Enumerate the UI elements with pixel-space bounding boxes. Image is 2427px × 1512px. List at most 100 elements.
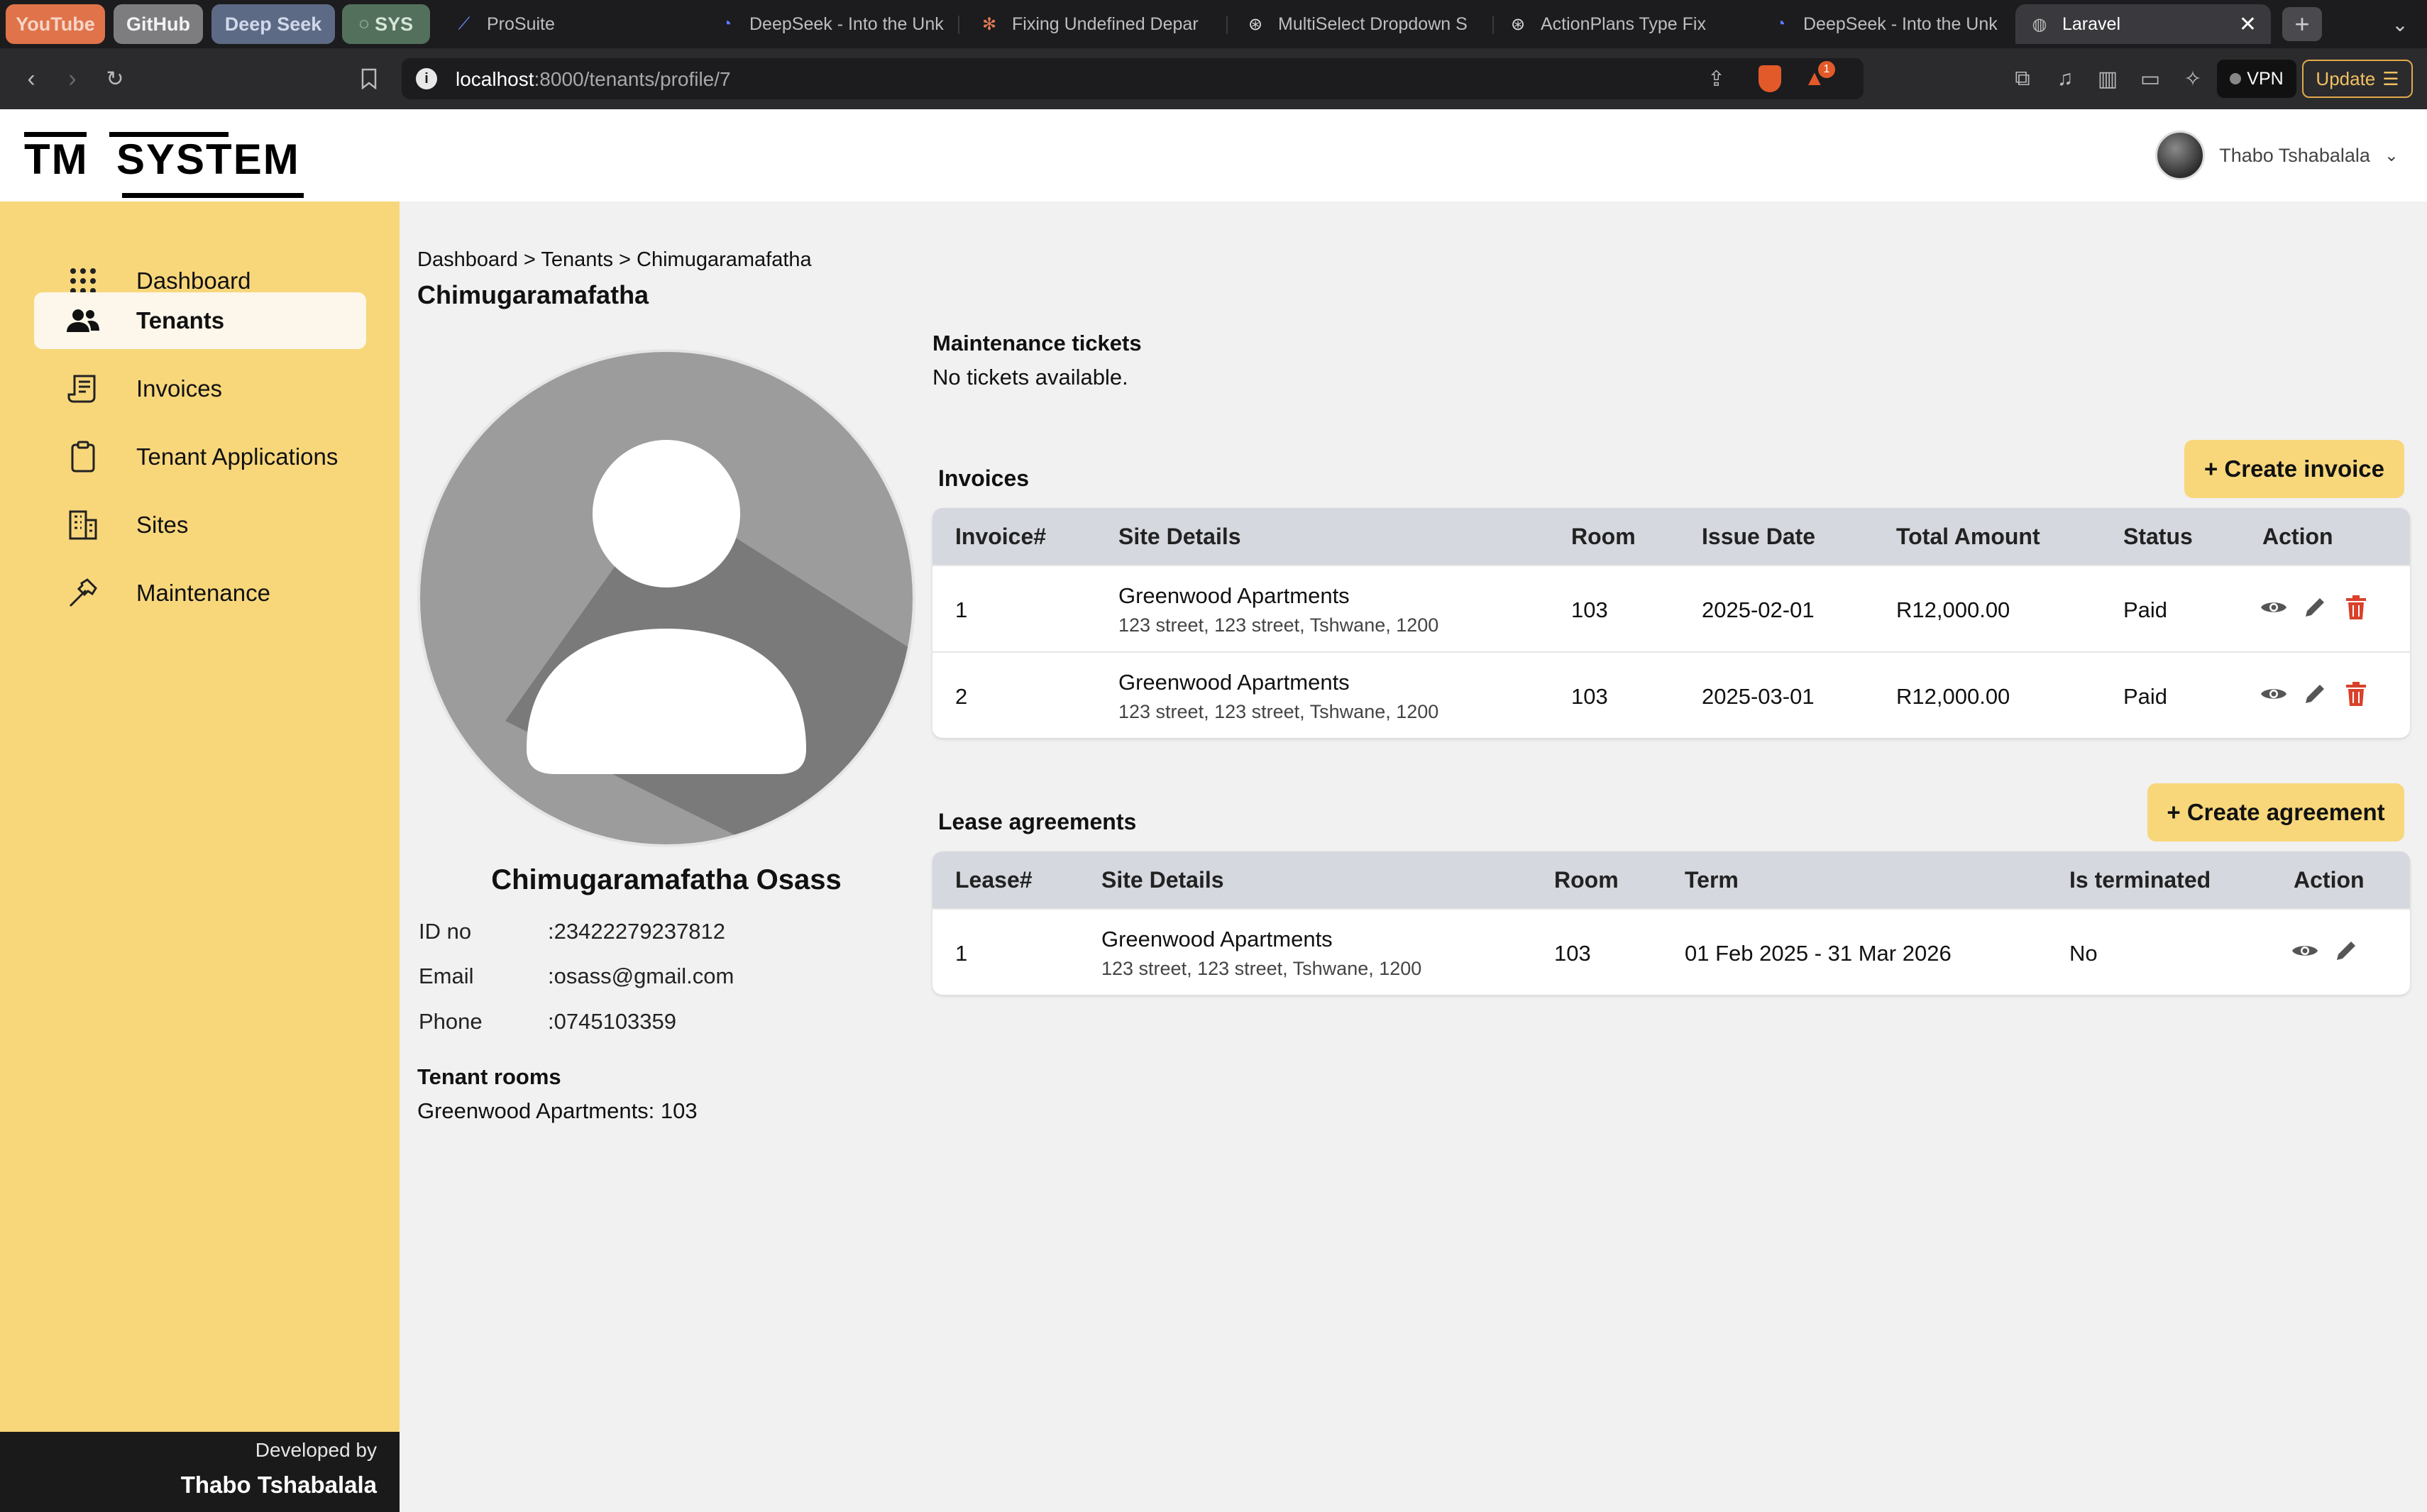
brave-shield-icon[interactable]: [1759, 65, 1781, 92]
delete-trash-icon[interactable]: [2342, 593, 2370, 622]
info-label: ID no: [419, 919, 472, 944]
tab-label: ProSuite: [487, 13, 555, 34]
info-label: Email: [419, 964, 474, 988]
breadcrumb-item-tenants[interactable]: Tenants: [541, 248, 613, 271]
column-header: Action: [2294, 867, 2365, 893]
update-label: Update: [2316, 67, 2376, 89]
loading-icon: ◌: [358, 14, 370, 33]
pinned-tab-youtube[interactable]: YouTube: [6, 4, 105, 44]
lease-term: 01 Feb 2025 - 31 Mar 2026: [1685, 941, 1952, 966]
column-header: Action: [2262, 524, 2333, 549]
wallet-icon[interactable]: ▭: [2133, 62, 2167, 96]
view-eye-icon[interactable]: [2291, 937, 2319, 965]
sidebar-item-tenants[interactable]: Tenants: [34, 292, 366, 349]
column-header: Room: [1554, 867, 1619, 893]
tab-deepseek-2[interactable]: ◔ DeepSeek - Into the Unk: [1756, 4, 2012, 44]
site-info-icon[interactable]: i: [416, 68, 437, 89]
view-eye-icon[interactable]: [2260, 680, 2288, 708]
site-address: 123 street, 123 street, Tshwane, 1200: [1118, 701, 1439, 722]
table-row[interactable]: 2 Greenwood Apartments 123 street, 123 s…: [932, 651, 2410, 738]
view-eye-icon[interactable]: [2260, 593, 2288, 622]
table-row[interactable]: 1 Greenwood Apartments 123 street, 123 s…: [932, 908, 2410, 995]
url-path: :8000/tenants/profile/7: [534, 68, 731, 90]
extensions-icon[interactable]: ⧉: [2005, 62, 2040, 96]
sidebar-item-maintenance[interactable]: Maintenance: [34, 565, 366, 622]
room-number: 103: [1571, 597, 1608, 622]
column-header: Lease#: [955, 867, 1033, 893]
sidebar-item-sites[interactable]: Sites: [34, 497, 366, 553]
logo-text-tm: TM: [24, 136, 89, 183]
lease-number: 1: [955, 941, 968, 966]
bookmark-icon[interactable]: [352, 62, 386, 96]
share-icon[interactable]: ⇪: [1707, 67, 1725, 92]
create-invoice-button[interactable]: + Create invoice: [2184, 440, 2404, 498]
info-value: :0745103359: [548, 1009, 677, 1034]
sidebar-item-tenant-applications[interactable]: Tenant Applications: [34, 429, 366, 485]
forward-icon[interactable]: ›: [55, 62, 89, 96]
browser-toolbar: ‹ › ↻ i localhost:8000/tenants/profile/7…: [0, 48, 2427, 109]
column-header: Invoice#: [955, 524, 1047, 549]
total-amount: R12,000.00: [1896, 597, 2010, 622]
address-bar[interactable]: i localhost:8000/tenants/profile/7 ⇪ ▲ 1: [402, 58, 1864, 99]
globe-icon: ◍: [2032, 14, 2047, 34]
receipt-icon: [65, 371, 101, 407]
building-icon: [65, 507, 101, 543]
close-tab-icon[interactable]: ✕: [2239, 12, 2257, 37]
chevron-down-icon: ⌄: [2384, 145, 2399, 165]
music-icon[interactable]: ♫: [2048, 62, 2082, 96]
info-row-email: Email:osass@gmail.com: [419, 964, 734, 989]
tab-label: Laravel: [2062, 13, 2120, 34]
avatar: [2155, 131, 2206, 180]
tab-label: DeepSeek - Into the Unk: [749, 13, 944, 34]
breadcrumb-item-dashboard[interactable]: Dashboard: [417, 248, 518, 271]
tab-actionplans[interactable]: ⊛ ActionPlans Type Fix: [1494, 4, 1749, 44]
logo[interactable]: TM SYSTEM: [24, 125, 308, 198]
tab-deepseek-1[interactable]: ◔ DeepSeek - Into the Unk: [703, 4, 944, 44]
sidebar-item-invoices[interactable]: Invoices: [34, 360, 366, 417]
app-header: TM SYSTEM Thabo Tshabalala ⌄: [0, 109, 2427, 202]
edit-pencil-icon[interactable]: [2301, 593, 2329, 622]
browser-tab-bar: YouTube GitHub Deep Seek ◌ SYS ⟋ ProSuite …: [0, 0, 2427, 48]
sidebar-toggle-icon[interactable]: ▥: [2091, 62, 2125, 96]
leo-ai-icon[interactable]: ✧: [2176, 62, 2210, 96]
tab-fixing-undefined[interactable]: ✻ Fixing Undefined Depar: [965, 4, 1221, 44]
tab-multiselect[interactable]: ⊛ MultiSelect Dropdown S: [1231, 4, 1487, 44]
update-button[interactable]: Update ☰: [2302, 60, 2413, 98]
sidebar-item-label: Dashboard: [136, 267, 251, 294]
column-header: Total Amount: [1896, 524, 2040, 549]
chatgpt-icon: ⊛: [1510, 14, 1526, 34]
tab-divider: [1226, 16, 1228, 34]
sidebar-footer: Developed by Thabo Tshabalala: [0, 1432, 400, 1512]
deepseek-whale-icon: ◔: [721, 14, 732, 33]
new-tab-button[interactable]: +: [2282, 7, 2322, 41]
column-header: Room: [1571, 524, 1636, 549]
breadcrumb-separator: >: [517, 248, 541, 271]
tenant-rooms-text: Greenwood Apartments: 103: [417, 1098, 698, 1123]
reload-icon[interactable]: ↻: [98, 62, 132, 96]
edit-pencil-icon[interactable]: [2301, 680, 2329, 708]
row-actions: [2291, 937, 2360, 965]
edit-pencil-icon[interactable]: [2332, 937, 2360, 965]
tab-list-chevron-icon[interactable]: ⌄: [2384, 9, 2416, 40]
back-icon[interactable]: ‹: [14, 62, 48, 96]
pinned-tab-sys[interactable]: ◌ SYS: [342, 4, 430, 44]
invoices-title: Invoices: [938, 465, 1030, 491]
delete-trash-icon[interactable]: [2342, 680, 2370, 708]
user-menu[interactable]: Thabo Tshabalala ⌄: [2155, 131, 2399, 180]
tab-prosuite[interactable]: ⟋ ProSuite: [440, 4, 681, 44]
sidebar-item-label: Tenants: [136, 307, 225, 333]
column-header: Is terminated: [2069, 867, 2211, 893]
sidebar: Dashboard Tenants Invoices Tenant Applic…: [0, 202, 400, 1432]
vpn-button[interactable]: VPN: [2217, 60, 2296, 98]
clipboard-icon: [65, 439, 101, 475]
tab-laravel[interactable]: ◍ Laravel ✕: [2015, 4, 2271, 44]
table-header: Invoice# Site Details Room Issue Date To…: [932, 508, 2410, 565]
row-actions: [2260, 680, 2370, 708]
users-icon: [65, 303, 101, 338]
create-agreement-button[interactable]: + Create agreement: [2147, 783, 2404, 841]
column-header: Site Details: [1118, 524, 1241, 549]
breadcrumb-item-current: Chimugaramafatha: [637, 248, 812, 271]
table-row[interactable]: 1 Greenwood Apartments 123 street, 123 s…: [932, 565, 2410, 651]
pinned-tab-github[interactable]: GitHub: [114, 4, 203, 44]
pinned-tab-deepseek[interactable]: Deep Seek: [211, 4, 335, 44]
